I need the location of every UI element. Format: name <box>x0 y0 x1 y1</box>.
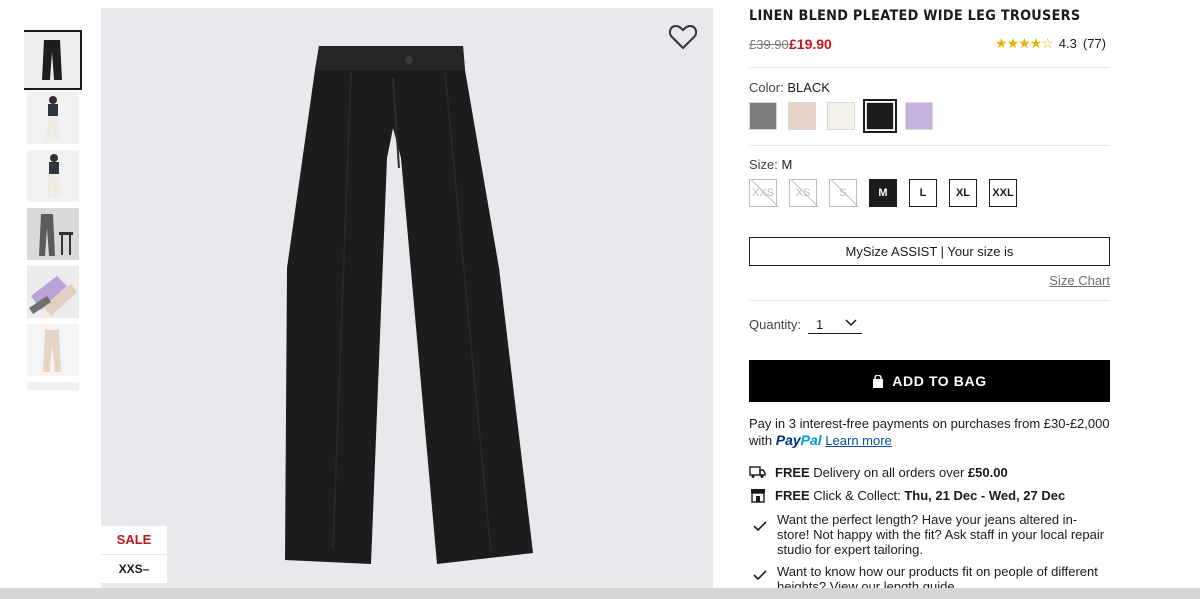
paypal-with: with <box>749 433 773 448</box>
divider <box>749 67 1110 68</box>
wishlist-heart-icon[interactable] <box>668 24 698 50</box>
thumbnail-7[interactable] <box>27 382 79 390</box>
size-l[interactable]: L <box>909 179 937 207</box>
size-xxs[interactable]: XXS <box>749 179 777 207</box>
rating-count: (77) <box>1082 36 1106 51</box>
thumbnail-3[interactable] <box>27 150 79 202</box>
add-to-bag-button[interactable]: ADD TO BAG <box>749 360 1110 402</box>
delivery-text: Delivery on all orders over <box>813 465 965 480</box>
swatch-beige[interactable] <box>788 102 816 130</box>
rating-value: 4.3 <box>1058 36 1077 51</box>
divider <box>749 300 1110 301</box>
trousers-beige-image <box>27 324 79 376</box>
learn-more-link[interactable]: Learn more <box>825 433 891 448</box>
thumbnail-list <box>24 30 84 390</box>
swatch-black[interactable] <box>863 99 897 133</box>
size-range-badge: XXS–XXL <box>101 555 167 583</box>
thumbnail-1[interactable] <box>24 30 82 90</box>
add-to-bag-label: ADD TO BAG <box>892 373 987 389</box>
swatch-grey[interactable] <box>749 102 777 130</box>
size-s[interactable]: S <box>829 179 857 207</box>
thumbnail-5[interactable] <box>27 266 79 318</box>
size-options: XXS XS S M L XL XXL <box>749 179 1017 207</box>
original-price: £39.90 <box>749 37 789 52</box>
shopping-bag-icon <box>873 374 884 388</box>
click-collect-info: FREE Click & Collect: Thu, 21 Dec - Wed,… <box>749 488 1110 503</box>
selected-size: M <box>781 157 793 172</box>
store-icon <box>749 488 767 503</box>
paypal-logo-icon: PayPal <box>775 432 822 448</box>
delivery-amount: £50.00 <box>967 465 1008 480</box>
sale-badge: SALE <box>101 526 167 554</box>
size-label-text: Size: <box>749 157 778 172</box>
trousers-image <box>285 46 533 564</box>
horizontal-scrollbar[interactable] <box>0 588 1200 599</box>
model-side-image <box>27 150 79 202</box>
quantity-value: 1 <box>816 317 824 332</box>
swatch-purple[interactable] <box>905 102 933 130</box>
swatch-off-white[interactable] <box>827 102 855 130</box>
checkmark-icon <box>751 564 769 581</box>
benefit-text: Want the perfect length? Have your jeans… <box>777 512 1105 557</box>
main-product-image: SALE XXS–XXL <box>101 8 713 588</box>
divider <box>749 145 1110 146</box>
size-xs[interactable]: XS <box>789 179 817 207</box>
checkmark-icon <box>751 512 769 532</box>
thumbnail-4[interactable] <box>27 208 79 260</box>
delivery-info: FREE Delivery on all orders over £50.00 <box>749 465 1110 480</box>
trousers-flat-image <box>24 32 80 88</box>
delivery-free: FREE <box>775 465 810 480</box>
size-chart-link[interactable]: Size Chart <box>1049 273 1110 288</box>
mysize-assist-button[interactable]: MySize ASSIST | Your size is <box>749 237 1110 266</box>
thumbnail-6[interactable] <box>27 324 79 376</box>
size-label: Size: M <box>749 157 792 172</box>
collect-free: FREE <box>775 488 810 503</box>
product-title: LINEN BLEND PLEATED WIDE LEG TROUSERS <box>749 8 1081 24</box>
selected-color: BLACK <box>787 80 830 95</box>
truck-icon <box>749 465 767 479</box>
trousers-on-chair-image <box>27 208 79 260</box>
color-label-text: Color: <box>749 80 784 95</box>
chevron-down-icon <box>845 319 857 327</box>
sale-price: £19.90 <box>789 36 832 52</box>
thumbnail-2[interactable] <box>27 92 79 144</box>
paypal-info: Pay in 3 interest-free payments on purch… <box>749 416 1110 449</box>
color-variants-image <box>27 266 79 318</box>
product-rating[interactable]: ★★★★☆ 4.3 (77) <box>995 35 1106 52</box>
size-xl[interactable]: XL <box>949 179 977 207</box>
rating-stars-icon: ★★★★☆ <box>995 35 1054 51</box>
quantity-label: Quantity: <box>749 317 802 332</box>
model-front-image <box>27 92 79 144</box>
color-swatches <box>749 99 933 133</box>
size-xxl[interactable]: XXL <box>989 179 1017 207</box>
size-m[interactable]: M <box>869 179 897 207</box>
collect-dates: Thu, 21 Dec - Wed, 27 Dec <box>904 488 1066 503</box>
benefit-item: Want the perfect length? Have your jeans… <box>751 512 1112 557</box>
collect-text: Click & Collect: <box>813 488 901 503</box>
quantity-select[interactable]: 1 <box>808 313 862 334</box>
color-label: Color: BLACK <box>749 80 830 95</box>
paypal-text: Pay in 3 interest-free payments on purch… <box>749 416 1110 431</box>
